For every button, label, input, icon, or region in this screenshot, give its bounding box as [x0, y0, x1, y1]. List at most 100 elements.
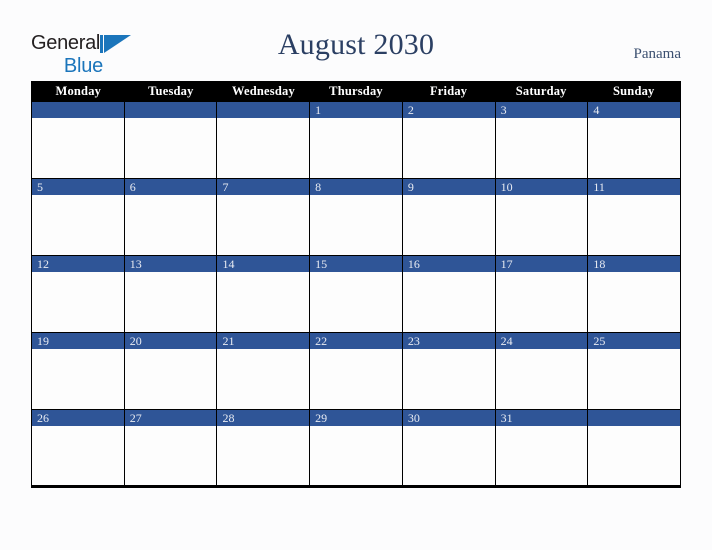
calendar-day-cell[interactable]: 11: [588, 179, 681, 256]
calendar-day-cell[interactable]: 12: [32, 256, 125, 333]
day-event-area[interactable]: [588, 272, 681, 332]
day-number: 21: [222, 334, 235, 348]
calendar-day-cell[interactable]: 5: [32, 179, 125, 256]
calendar-week-row: 19 20 21 22 23 24 25: [32, 333, 681, 410]
day-event-area[interactable]: [310, 195, 402, 255]
day-event-area[interactable]: [495, 349, 588, 409]
day-event-area[interactable]: [588, 426, 681, 485]
calendar-day-cell[interactable]: 4: [588, 102, 681, 179]
calendar-day-cell[interactable]: [32, 102, 125, 179]
day-event-area[interactable]: [217, 349, 310, 409]
day-event-area[interactable]: [32, 195, 124, 255]
weekday-header-tuesday: Tuesday: [148, 84, 194, 98]
calendar-day-cell[interactable]: 24: [495, 333, 589, 410]
calendar-day-cell[interactable]: 29: [310, 410, 403, 486]
calendar-day-cell[interactable]: 9: [402, 179, 496, 256]
calendar-day-cell[interactable]: 31: [495, 410, 589, 486]
day-number: 12: [37, 257, 49, 271]
day-number: 17: [500, 257, 513, 271]
day-event-area[interactable]: [124, 118, 217, 178]
day-event-area[interactable]: [402, 195, 495, 255]
calendar-day-cell[interactable]: 7: [217, 179, 311, 256]
calendar-day-cell[interactable]: 10: [495, 179, 589, 256]
calendar-day-cell[interactable]: 15: [310, 256, 403, 333]
day-number-bar: 16: [402, 256, 495, 272]
calendar-week-row: 26 27 28 29 30 31: [32, 410, 681, 486]
calendar-day-cell[interactable]: 20: [124, 333, 218, 410]
day-event-area[interactable]: [124, 195, 217, 255]
day-event-area[interactable]: [588, 195, 681, 255]
day-event-area[interactable]: [32, 272, 124, 332]
day-event-area[interactable]: [124, 426, 217, 485]
day-event-area[interactable]: [32, 118, 124, 178]
day-event-area[interactable]: [402, 118, 495, 178]
day-event-area[interactable]: [310, 426, 402, 485]
day-number-bar: 6: [124, 179, 217, 195]
day-event-area[interactable]: [217, 118, 310, 178]
weekday-header-wednesday: Wednesday: [231, 84, 295, 98]
calendar-day-cell[interactable]: 3: [495, 102, 589, 179]
calendar-day-cell[interactable]: 2: [402, 102, 496, 179]
day-number-bar: 18: [588, 256, 681, 272]
day-number: 15: [315, 257, 328, 271]
calendar-day-cell[interactable]: 14: [217, 256, 311, 333]
day-number-bar: 27: [124, 410, 217, 426]
day-event-area[interactable]: [495, 426, 588, 485]
calendar-day-cell[interactable]: 27: [124, 410, 218, 486]
day-event-area[interactable]: [32, 349, 124, 409]
day-event-area[interactable]: [217, 195, 310, 255]
day-event-area[interactable]: [402, 426, 495, 485]
calendar-day-cell[interactable]: 8: [310, 179, 403, 256]
day-number-bar: 29: [310, 410, 402, 426]
calendar-day-cell[interactable]: 16: [402, 256, 496, 333]
calendar-day-cell[interactable]: 22: [310, 333, 403, 410]
calendar-day-cell[interactable]: 13: [124, 256, 218, 333]
day-number-bar: 19: [32, 333, 124, 349]
calendar-week-row: 12 13 14 15 16 17 18: [32, 256, 681, 333]
calendar-day-cell[interactable]: 30: [402, 410, 496, 486]
day-event-area[interactable]: [588, 118, 681, 178]
calendar-day-cell[interactable]: 26: [32, 410, 125, 486]
calendar-day-cell[interactable]: 21: [217, 333, 311, 410]
day-number: 29: [315, 411, 328, 425]
day-event-area[interactable]: [310, 118, 402, 178]
weekday-header-saturday: Saturday: [515, 84, 567, 98]
day-event-area[interactable]: [217, 426, 310, 485]
calendar-day-cell[interactable]: 25: [588, 333, 681, 410]
day-event-area[interactable]: [310, 272, 402, 332]
day-event-area[interactable]: [495, 272, 588, 332]
calendar-day-cell[interactable]: 18: [588, 256, 681, 333]
weekday-header-row: Monday Tuesday Wednesday Thursday Friday…: [32, 81, 680, 102]
calendar-day-cell[interactable]: 17: [495, 256, 589, 333]
day-event-area[interactable]: [495, 118, 588, 178]
day-event-area[interactable]: [32, 426, 124, 485]
calendar-day-cell[interactable]: 19: [32, 333, 125, 410]
day-event-area[interactable]: [495, 195, 588, 255]
day-number-bar: 15: [310, 256, 402, 272]
calendar-day-cell[interactable]: 1: [310, 102, 403, 179]
day-number-bar: 11: [588, 179, 681, 195]
calendar-day-cell[interactable]: 6: [124, 179, 218, 256]
calendar-day-cell[interactable]: 23: [402, 333, 496, 410]
page-title: August 2030: [277, 28, 435, 61]
day-number: 31: [500, 411, 513, 425]
calendar-day-cell[interactable]: [588, 410, 681, 486]
day-number-bar: 31: [495, 410, 588, 426]
day-number-bar: 8: [310, 179, 402, 195]
day-number-bar: 4: [588, 102, 681, 118]
day-number-bar: 3: [495, 102, 588, 118]
day-event-area[interactable]: [588, 349, 681, 409]
day-event-area[interactable]: [124, 349, 217, 409]
day-number-bar: 17: [495, 256, 588, 272]
day-event-area[interactable]: [124, 272, 217, 332]
day-event-area[interactable]: [217, 272, 310, 332]
day-number-bar: 5: [32, 179, 124, 195]
calendar-day-cell[interactable]: [124, 102, 218, 179]
calendar-day-cell[interactable]: [217, 102, 311, 179]
day-number: 2: [407, 103, 414, 117]
day-event-area[interactable]: [402, 349, 495, 409]
calendar-day-cell[interactable]: 28: [217, 410, 311, 486]
day-event-area[interactable]: [310, 349, 402, 409]
day-number-bar: 25: [588, 333, 681, 349]
day-event-area[interactable]: [402, 272, 495, 332]
